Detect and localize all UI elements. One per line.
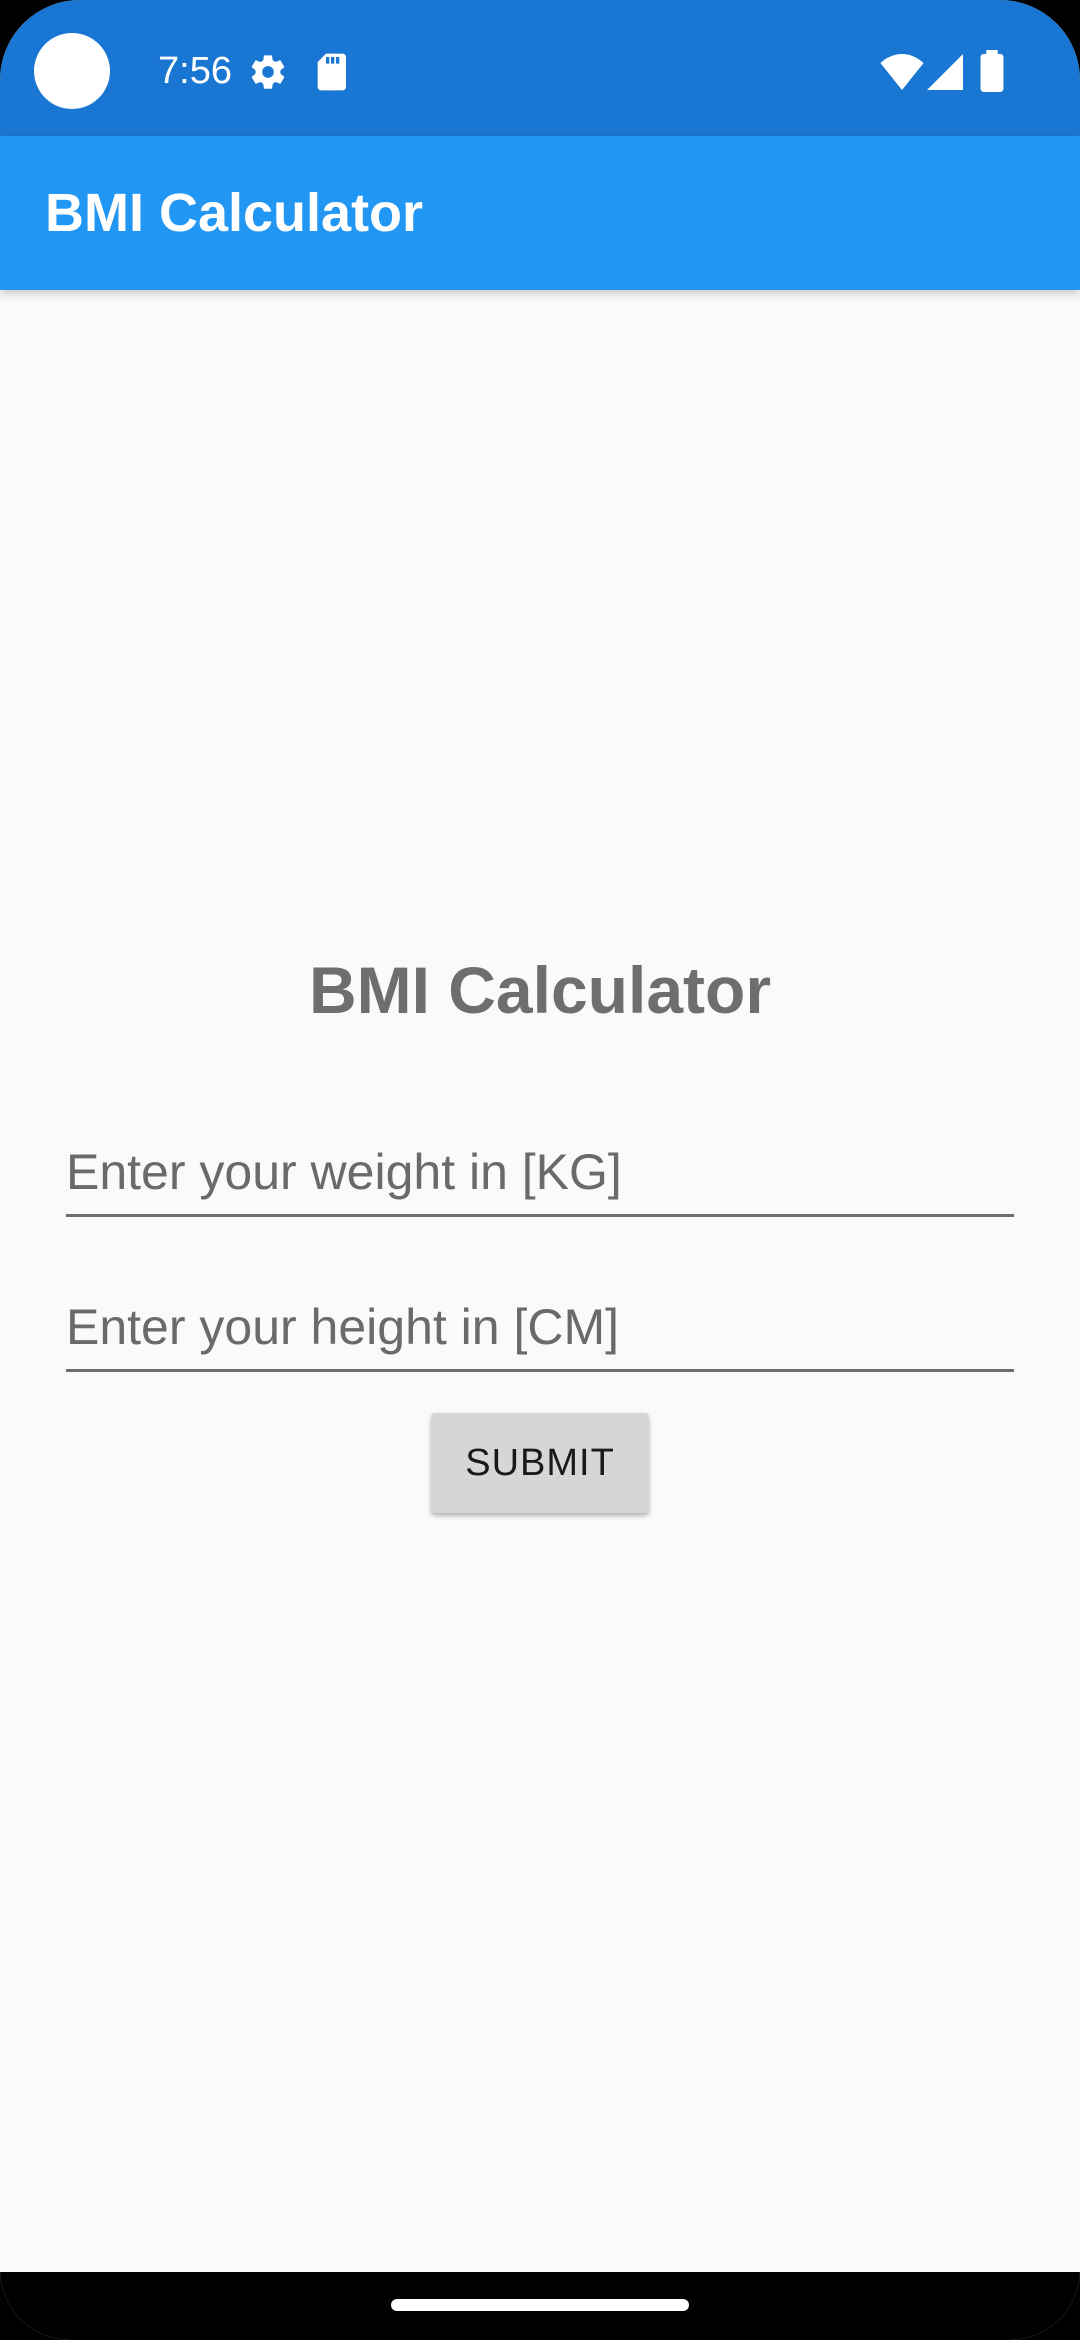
cellular-signal-icon	[927, 54, 963, 90]
wifi-icon	[880, 54, 924, 90]
status-bar: 7:56	[0, 0, 1080, 136]
app-bar: BMI Calculator	[0, 136, 1080, 290]
status-time: 7:56	[158, 50, 232, 92]
height-field[interactable]	[66, 1289, 1014, 1372]
sd-card-icon	[317, 53, 346, 91]
battery-icon	[980, 50, 1004, 92]
camera-cutout	[34, 33, 110, 109]
app-bar-title: BMI Calculator	[45, 183, 424, 243]
home-gesture-handle[interactable]	[391, 2299, 689, 2311]
phone-screen: 7:56 BMI Calculator BMI Calculator SUBMI…	[0, 0, 1080, 2340]
height-input[interactable]	[66, 1289, 1014, 1365]
page-title: BMI Calculator	[308, 953, 772, 1027]
submit-button[interactable]: SUBMIT	[431, 1413, 649, 1513]
weight-field[interactable]	[66, 1134, 1014, 1217]
settings-gear-icon	[251, 55, 285, 89]
weight-input[interactable]	[66, 1134, 1014, 1210]
